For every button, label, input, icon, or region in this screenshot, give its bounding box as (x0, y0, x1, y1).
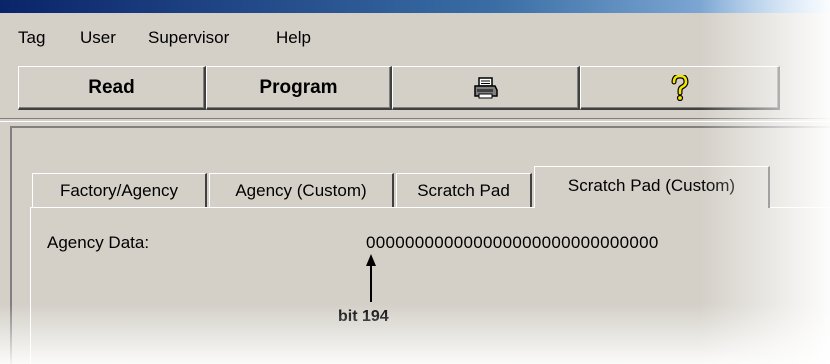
bit-pointer-arrow-icon (366, 254, 376, 302)
agency-data-value: 000000000000000000000000000000 (366, 233, 659, 252)
menu-help[interactable]: Help (276, 28, 311, 48)
tab-scratch-pad-custom-label: Scratch Pad (Custom) (567, 176, 736, 195)
application-window: Tag User Supervisor Help Read Program Fa… (0, 0, 830, 364)
read-button-label: Read (88, 76, 135, 98)
question-mark-icon (671, 74, 689, 101)
tab-agency-custom[interactable]: Agency (Custom) (209, 173, 394, 207)
agency-data-label: Agency Data: (47, 233, 150, 252)
menu-user[interactable]: User (80, 28, 116, 48)
tab-agency-custom-label: Agency (Custom) (235, 180, 367, 200)
tab-content: Agency Data: 000000000000000000000000000… (30, 207, 830, 364)
menu-supervisor[interactable]: Supervisor (148, 28, 229, 48)
toolbar-separator (0, 118, 830, 122)
tab-factory-agency-label: Factory/Agency (59, 180, 179, 200)
tab-scratch-pad-custom[interactable]: Scratch Pad (Custom) (534, 166, 770, 208)
tab-scratch-pad[interactable]: Scratch Pad (396, 173, 532, 207)
tab-factory-agency[interactable]: Factory/Agency (32, 173, 207, 207)
help-button[interactable] (580, 66, 780, 110)
program-button[interactable]: Program (206, 66, 392, 110)
menu-bar: Tag User Supervisor Help (0, 18, 830, 58)
program-button-label: Program (259, 76, 338, 98)
tab-scratch-pad-label: Scratch Pad (417, 180, 510, 200)
title-bar (0, 0, 830, 13)
printer-icon (473, 76, 498, 98)
bit-annotation: bit 194 (338, 308, 389, 325)
print-button[interactable] (392, 66, 580, 110)
toolbar: Read Program (18, 66, 780, 112)
read-button[interactable]: Read (18, 66, 206, 110)
menu-tag[interactable]: Tag (18, 28, 45, 48)
